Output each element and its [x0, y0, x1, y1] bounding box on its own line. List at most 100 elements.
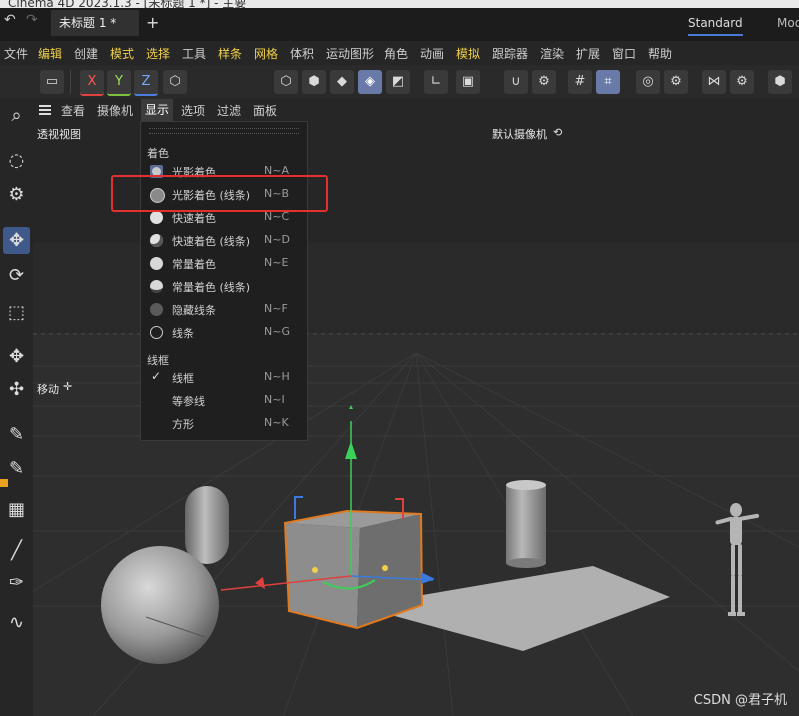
z-axis-lock-button[interactable]: Z — [134, 70, 158, 96]
menu-tools[interactable]: 工具 — [182, 45, 206, 62]
menu-item-label: 线条 — [172, 327, 194, 340]
transform-settings-icon[interactable]: ✣ — [3, 376, 30, 403]
viewport-menu-display[interactable]: 显示 — [141, 99, 174, 121]
viewport-menu-view[interactable]: 查看 — [61, 102, 85, 119]
viewport-menu-filter[interactable]: 过滤 — [217, 102, 241, 119]
brush-icon[interactable]: ╱ — [3, 537, 30, 564]
spline-sketch-icon[interactable]: ✎ — [3, 455, 30, 482]
layout-tab-standard[interactable]: Standard — [688, 10, 743, 36]
viewport-menu-options[interactable]: 选项 — [181, 102, 205, 119]
cubes-icon[interactable]: ▦ — [3, 496, 30, 523]
menu-create[interactable]: 创建 — [74, 45, 98, 62]
workplane-icon[interactable]: ⌗ — [596, 70, 620, 94]
main-menu-bar: 文件 编辑 创建 模式 选择 工具 样条 网格 体积 运动图形 角色 动画 模拟… — [0, 41, 799, 65]
menu-spline[interactable]: 样条 — [218, 45, 242, 62]
menu-edit[interactable]: 编辑 — [38, 45, 62, 62]
menu-mode[interactable]: 模式 — [110, 45, 134, 62]
sphere-object[interactable] — [101, 546, 219, 664]
coordinate-system-icon[interactable]: ⬡ — [163, 70, 187, 94]
menu-mograph[interactable]: 运动图形 — [326, 45, 374, 62]
move-tool-icon[interactable]: ✥ — [3, 227, 30, 254]
viewport-menu-camera[interactable]: 摄像机 — [97, 102, 133, 119]
spline-mark-icon — [0, 479, 8, 487]
symmetry-icon[interactable]: ⋈ — [702, 70, 726, 94]
render-settings-icon[interactable]: ⚙ — [664, 70, 688, 94]
left-tool-palette: ⌕ ◌ ⚙ ✥ ⟳ ⬚ ✥ ✣ ✎ ✎ ▦ ╱ ✑ ∿ — [0, 99, 34, 716]
hamburger-icon[interactable] — [39, 105, 51, 115]
menu-item-quick-lines[interactable]: 快速着色 (线条) N~D — [141, 229, 307, 252]
cylinder-object[interactable] — [506, 480, 546, 568]
spline-smooth-icon[interactable]: ∿ — [3, 609, 30, 636]
menu-item-label: 快速着色 (线条) — [172, 235, 251, 248]
snap-icon[interactable]: ∪ — [504, 70, 528, 94]
menu-item-shortcut: N~K — [264, 416, 289, 429]
edges-mode-icon[interactable]: ⬢ — [302, 70, 326, 94]
viewport-menu-bar: 查看 摄像机 显示 选项 过滤 面板 — [33, 99, 799, 121]
undo-icon[interactable]: ↶ — [4, 12, 16, 28]
document-tab[interactable]: 未标题 1 * — [51, 10, 139, 36]
search-icon[interactable]: ⌕ — [3, 102, 30, 129]
menu-item-constant-lines[interactable]: 常量着色 (线条) — [141, 275, 307, 298]
menu-tearoff-handle[interactable] — [149, 128, 299, 134]
polygons-mode-icon[interactable]: ◆ — [330, 70, 354, 94]
document-tab-label: 未标题 1 * — [59, 16, 117, 30]
menu-item-constant-shading[interactable]: 常量着色 N~E — [141, 252, 307, 275]
uv-mode-icon[interactable]: ◩ — [386, 70, 410, 94]
menu-mesh[interactable]: 网格 — [254, 45, 278, 62]
menu-animate[interactable]: 动画 — [420, 45, 444, 62]
select-settings-icon[interactable]: ⚙ — [3, 181, 30, 208]
pen-icon[interactable]: ✑ — [3, 569, 30, 596]
model-mode-icon[interactable]: ◈ — [358, 70, 382, 94]
document-tab-bar: ↶ ↷ 未标题 1 * + Standard Mod — [0, 8, 799, 41]
viewport-menu-panel[interactable]: 面板 — [253, 102, 277, 119]
hidden-line-icon — [150, 303, 163, 316]
menu-item-wireframe[interactable]: ✓ 线框 N~H — [141, 366, 307, 389]
object-icon[interactable]: ⬢ — [768, 70, 792, 94]
menu-help[interactable]: 帮助 — [648, 45, 672, 62]
spline-pen-icon[interactable]: ✎ — [3, 421, 30, 448]
camera-switch-icon[interactable]: ⟲ — [553, 126, 562, 139]
redo-icon[interactable]: ↷ — [26, 12, 38, 28]
menu-volume[interactable]: 体积 — [290, 45, 314, 62]
window-title: Cinema 4D 2023.1.3 - [未标题 1 *] - 主要 — [8, 0, 247, 8]
scale-tool-icon[interactable]: ⬚ — [3, 299, 30, 326]
viewport-view-name: 透视视图 — [37, 128, 81, 141]
menu-character[interactable]: 角色 — [384, 45, 408, 62]
menu-item-label: 隐藏线条 — [172, 304, 216, 317]
capsule-object[interactable] — [185, 486, 229, 564]
points-mode-icon[interactable]: ⬡ — [274, 70, 298, 94]
watermark-text: CSDN @君子机 — [693, 693, 787, 708]
menu-select[interactable]: 选择 — [146, 45, 170, 62]
snap-settings-icon[interactable]: ⚙ — [532, 70, 556, 94]
soft-selection-icon[interactable]: ◎ — [636, 70, 660, 94]
menu-item-hidden-line[interactable]: 隐藏线条 N~F — [141, 298, 307, 321]
rotate-tool-icon[interactable]: ⟳ — [3, 262, 30, 289]
menu-item-shortcut: N~G — [264, 325, 290, 338]
menu-extensions[interactable]: 扩展 — [576, 45, 600, 62]
transform-tool-icon[interactable]: ✥ — [3, 343, 30, 370]
grid-icon[interactable]: # — [568, 70, 592, 94]
active-tool-label: 移动 — [37, 383, 59, 396]
menu-item-lines[interactable]: 线条 N~G — [141, 321, 307, 344]
menu-item-isoparms[interactable]: 等参线 N~I — [141, 389, 307, 412]
viewport-camera-name[interactable]: 默认摄像机 — [492, 126, 547, 142]
x-axis-lock-button[interactable]: X — [80, 70, 104, 96]
menu-item-label: 方形 — [172, 418, 194, 431]
cube-object[interactable] — [283, 509, 424, 630]
y-axis-lock-button[interactable]: Y — [107, 70, 131, 96]
menu-render[interactable]: 渲染 — [540, 45, 564, 62]
menu-window[interactable]: 窗口 — [612, 45, 636, 62]
menu-file[interactable]: 文件 — [4, 45, 28, 62]
new-tab-icon[interactable]: + — [146, 10, 159, 36]
menu-item-box[interactable]: 方形 N~K — [141, 412, 307, 435]
texture-mode-icon[interactable]: ▣ — [456, 70, 480, 94]
live-selection-icon[interactable]: ◌ — [3, 147, 30, 174]
layout-tab-model[interactable]: Mod — [777, 10, 799, 36]
menu-tracker[interactable]: 跟踪器 — [492, 45, 528, 62]
viewport-solo-icon[interactable]: ▭ — [40, 70, 64, 94]
axis-mode-icon[interactable]: ∟ — [424, 70, 448, 94]
menu-simulate[interactable]: 模拟 — [456, 45, 480, 62]
symmetry-settings-icon[interactable]: ⚙ — [730, 70, 754, 94]
quick-lines-icon — [150, 234, 163, 247]
menu-item-shortcut: N~H — [264, 370, 290, 383]
